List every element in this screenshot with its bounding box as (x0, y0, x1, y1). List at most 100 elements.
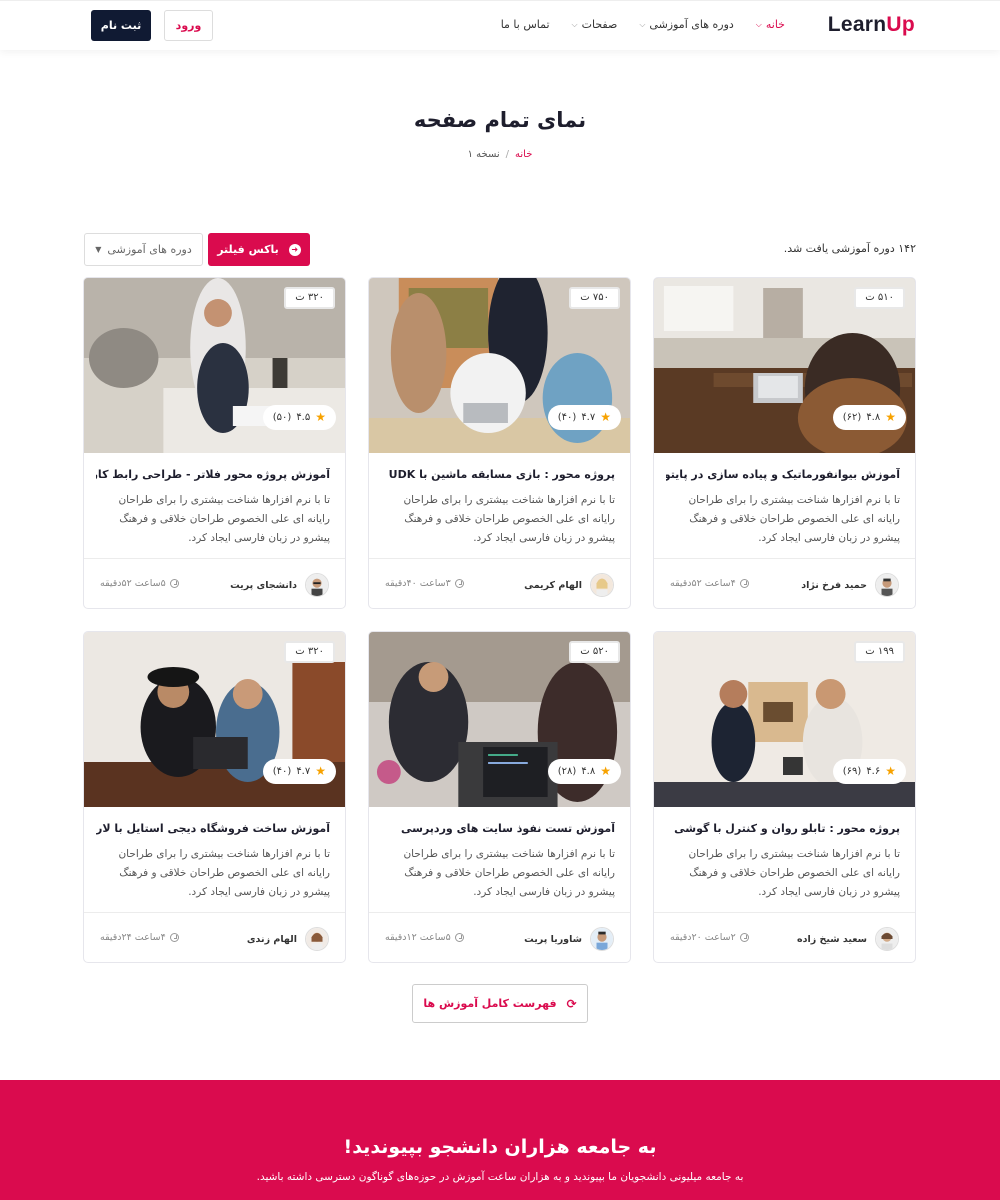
nav-item-label: صفحات (581, 18, 618, 31)
cta-banner: به جامعه هزاران دانشجو بپیوندید! به جامع… (0, 1080, 1000, 1200)
avatar (305, 573, 329, 597)
rating-value: ۴.۶ (866, 766, 881, 777)
course-title[interactable]: آموزش تست نفوذ سایت های وردپرسی (381, 822, 615, 835)
clock-icon (454, 933, 464, 942)
author-name: الهام کریمی (524, 579, 582, 591)
main-nav: خانه ⌵ دوره های آموزشی ⌵ صفحات ⌵ تماس با ما (501, 18, 785, 31)
breadcrumb-home[interactable]: خانه (515, 149, 532, 160)
logo[interactable]: LearnUp (828, 13, 915, 37)
cta-heading: به جامعه هزاران دانشجو بپیوندید! (343, 1136, 657, 1158)
chevron-down-icon: ⌵ (755, 19, 762, 29)
course-author[interactable]: حمید فرخ نژاد (801, 573, 899, 597)
course-duration: ۵ساعت ۵۲دقیقه (100, 578, 179, 589)
course-description: تا با نرم افزارها شناخت بیشتری را برای ط… (118, 494, 330, 544)
course-card[interactable]: ۱۹۹ ت ★ ۴.۶ (۶۹) پروژه محور : تابلو روان و… (653, 631, 916, 963)
course-duration: ۵ساعت ۱۲دقیقه (385, 932, 464, 943)
caret-down-icon: ▼ (95, 245, 102, 254)
cta-text: به جامعه میلیونی دانشجویان ما بپیوندید و… (256, 1171, 744, 1183)
course-author[interactable]: شاوریا پریت (524, 927, 614, 951)
duration-value: ۵ساعت ۱۲دقیقه (385, 932, 451, 943)
course-title[interactable]: پروژه محور : بازی مسابقه ماشین با UDK (381, 468, 615, 481)
duration-value: ۳ساعت ۴۰دقیقه (385, 578, 451, 589)
rating-badge: ★ ۴.۷ (۴۰) (262, 759, 336, 784)
login-button[interactable]: ورود (164, 10, 213, 41)
course-card[interactable]: ۵۲۰ ت ★ ۴.۸ (۲۸) آموزش تست نفوذ سایت های و… (368, 631, 631, 963)
card-divider (369, 912, 630, 913)
course-card[interactable]: ۷۵۰ ت ★ ۴.۷ (۴۰) پروژه محور : بازی مسابقه … (368, 277, 631, 609)
avatar (590, 573, 614, 597)
filter-box-button[interactable]: ➜ باکس فیلتر (208, 233, 310, 266)
breadcrumb: خانه / نسخه ۱ (0, 149, 1000, 160)
rating-value: ۴.۸ (866, 412, 881, 423)
price-badge[interactable]: ۵۱۰ ت (854, 287, 905, 309)
course-author[interactable]: الهام کریمی (524, 573, 614, 597)
price-badge[interactable]: ۱۹۹ ت (854, 641, 905, 663)
signup-button[interactable]: ثبت نام (91, 10, 151, 41)
rating-badge: ★ ۴.۷ (۴۰) (547, 405, 621, 430)
author-name: الهام زندی (246, 933, 297, 945)
course-title[interactable]: آموزش ساخت فروشگاه دیجی استایل با لاراول (96, 822, 330, 835)
course-author[interactable]: دانشجای پریت (230, 573, 329, 597)
full-list-label: فهرست کامل آموزش ها (423, 997, 557, 1010)
rating-value: ۴.۷ (296, 766, 311, 777)
duration-value: ۴ساعت ۵۲دقیقه (670, 578, 736, 589)
price-badge[interactable]: ۳۲۰ ت (284, 287, 335, 309)
rating-value: ۴.۵ (296, 412, 311, 423)
review-count: (۲۸) (557, 766, 577, 777)
star-icon: ★ (885, 764, 896, 778)
course-card[interactable]: ۵۱۰ ت ★ ۴.۸ (۶۲) آموزش بیوانفورماتیک و پیا… (653, 277, 916, 609)
clock-icon (169, 933, 179, 942)
price-badge[interactable]: ۳۲۰ ت (284, 641, 335, 663)
rating-badge: ★ ۴.۶ (۶۹) (832, 759, 906, 784)
price-badge[interactable]: ۷۵۰ ت (569, 287, 620, 309)
full-course-list-button[interactable]: ⟳ فهرست کامل آموزش ها (412, 984, 588, 1023)
duration-value: ۲ساعت ۲۰دقیقه (670, 932, 736, 943)
review-count: (۵۰) (272, 412, 292, 423)
review-count: (۶۲) (842, 412, 862, 423)
course-title[interactable]: پروژه محور : تابلو روان و کنترل با گوشی (666, 822, 900, 835)
review-count: (۴۰) (272, 766, 292, 777)
course-duration: ۳ساعت ۴۰دقیقه (385, 578, 464, 589)
course-card[interactable]: ۳۲۰ ت ★ ۴.۵ (۵۰) آموزش پروژه محور فلاتر - … (83, 277, 346, 609)
nav-item-courses[interactable]: دوره های آموزشی ⌵ (639, 18, 733, 31)
avatar (590, 927, 614, 951)
author-name: دانشجای پریت (230, 579, 297, 591)
course-description: تا با نرم افزارها شناخت بیشتری را برای ط… (403, 494, 615, 544)
nav-item-label: تماس با ما (500, 18, 550, 31)
course-duration: ۴ساعت ۵۲دقیقه (670, 578, 749, 589)
rating-value: ۴.۷ (581, 412, 596, 423)
arrow-right-icon: ➜ (288, 243, 301, 256)
rating-badge: ★ ۴.۸ (۲۸) (547, 759, 621, 784)
sync-icon: ⟳ (566, 996, 577, 1011)
course-author[interactable]: سعید شیخ زاده (797, 927, 899, 951)
price-badge[interactable]: ۵۲۰ ت (569, 641, 620, 663)
chevron-down-icon: ⌵ (571, 19, 578, 29)
course-title[interactable]: آموزش پروژه محور فلاتر - طراحی رابط کارب… (96, 468, 330, 481)
author-name: حمید فرخ نژاد (801, 579, 867, 591)
course-duration: ۲ساعت ۲۰دقیقه (670, 932, 749, 943)
course-title[interactable]: آموزش بیوانفورماتیک و پیاده سازی در پایت… (666, 468, 900, 481)
card-divider (654, 912, 915, 913)
site-header: LearnUp خانه ⌵ دوره های آموزشی ⌵ صفحات ⌵ تم… (0, 0, 1000, 50)
rating-badge: ★ ۴.۸ (۶۲) (832, 405, 906, 430)
course-author[interactable]: الهام زندی (247, 927, 329, 951)
category-select-value: دوره های آموزشی (107, 243, 192, 256)
avatar (305, 927, 329, 951)
duration-value: ۴ساعت ۲۴دقیقه (100, 932, 166, 943)
nav-item-home[interactable]: خانه ⌵ (756, 18, 785, 31)
nav-item-label: خانه (765, 18, 785, 31)
star-icon: ★ (600, 764, 611, 778)
category-select[interactable]: دوره های آموزشی ▼ (84, 233, 203, 266)
duration-value: ۵ساعت ۵۲دقیقه (100, 578, 166, 589)
nav-item-pages[interactable]: صفحات ⌵ (572, 18, 618, 31)
card-divider (654, 558, 915, 559)
course-description: تا با نرم افزارها شناخت بیشتری را برای ط… (403, 848, 615, 898)
course-description: تا با نرم افزارها شناخت بیشتری را برای ط… (688, 494, 900, 544)
course-card[interactable]: ۳۲۰ ت ★ ۴.۷ (۴۰) آموزش ساخت فروشگاه دیجی ا… (83, 631, 346, 963)
card-divider (84, 558, 345, 559)
breadcrumb-current: نسخه ۱ (467, 149, 500, 160)
rating-badge: ★ ۴.۵ (۵۰) (262, 405, 336, 430)
nav-item-contact[interactable]: تماس با ما (501, 18, 550, 31)
avatar (875, 927, 899, 951)
review-count: (۴۰) (557, 412, 577, 423)
